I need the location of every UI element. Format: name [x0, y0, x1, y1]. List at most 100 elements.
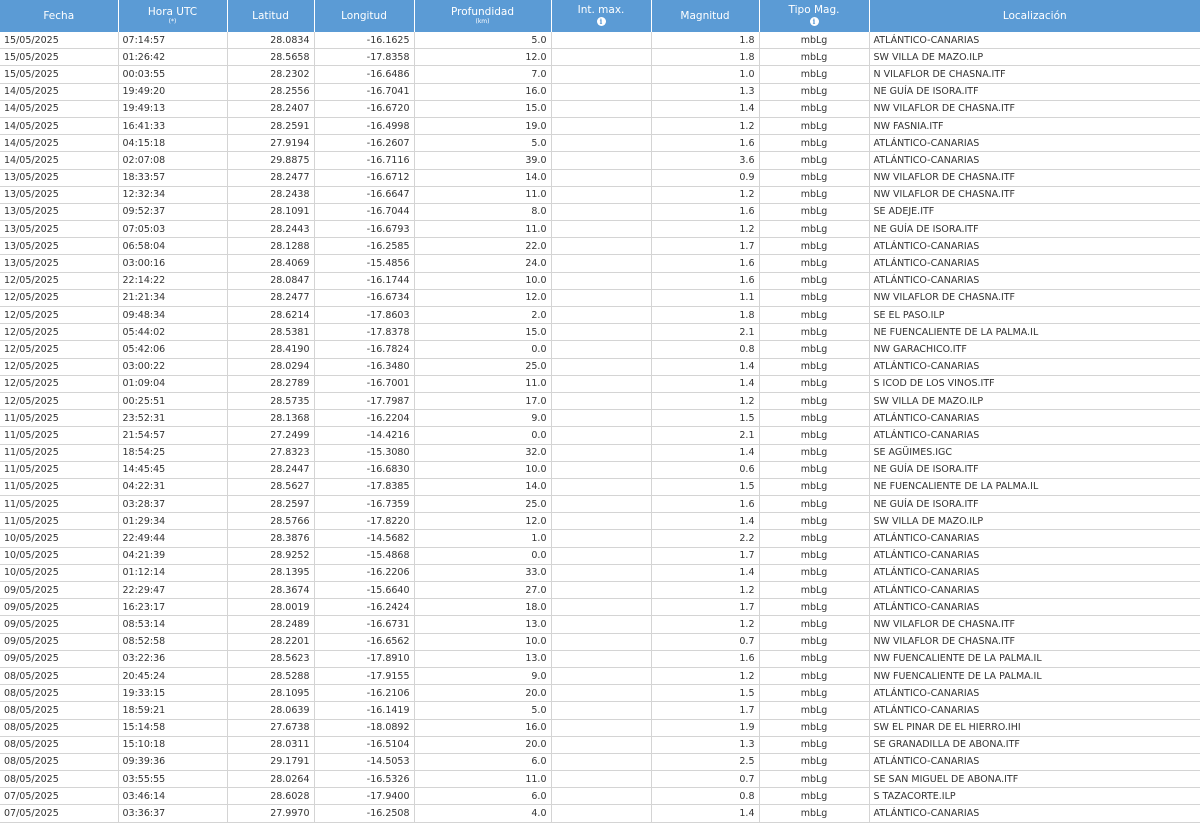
table-row[interactable]: 12/05/2025 01:09:04 28.2789 -16.7001 11.0 1.4…: [0, 375, 1200, 393]
table-row[interactable]: 10/05/2025 01:12:14 28.1395 -16.2206 33.0 1.4…: [0, 564, 1200, 583]
header-latitud[interactable]: Latitud: [227, 0, 315, 32]
table-row[interactable]: 12/05/2025 22:14:22 28.0847 -16.1744 10.0 1.6…: [0, 272, 1200, 290]
cell-localizacion: NW GARACHICO.ITF: [869, 340, 1200, 359]
cell-fecha: 08/05/2025: [0, 719, 119, 737]
cell-magnitud: 1.2: [651, 667, 760, 686]
table-row[interactable]: 15/05/2025 01:26:42 28.5658 -17.8358 12.0 1.8…: [0, 48, 1200, 67]
table-row[interactable]: 13/05/2025 03:00:16 28.4069 -15.4856 24.0 1.6…: [0, 254, 1200, 273]
header-int-max[interactable]: Int. max. i: [551, 0, 652, 32]
table-row[interactable]: 08/05/2025 15:10:18 28.0311 -16.5104 20.0 1.3…: [0, 736, 1200, 754]
cell-longitud: -16.6486: [314, 65, 415, 84]
cell-int-max: [551, 598, 652, 617]
cell-hora-utc: 08:53:14: [118, 615, 228, 634]
header-tipo-mag[interactable]: Tipo Mag. i: [759, 0, 870, 32]
cell-int-max: [551, 753, 652, 772]
table-row[interactable]: 09/05/2025 16:23:17 28.0019 -16.2424 18.0 1.7…: [0, 598, 1200, 617]
table-row[interactable]: 09/05/2025 22:29:47 28.3674 -15.6640 27.0 1.2…: [0, 581, 1200, 600]
cell-latitud: 28.6028: [227, 787, 315, 806]
info-icon[interactable]: i: [596, 17, 606, 26]
table-row[interactable]: 14/05/2025 02:07:08 29.8875 -16.7116 39.0 3.6…: [0, 151, 1200, 170]
table-row[interactable]: 09/05/2025 03:22:36 28.5623 -17.8910 13.0 1.6…: [0, 650, 1200, 668]
cell-fecha: 08/05/2025: [0, 684, 119, 703]
cell-latitud: 28.2489: [227, 615, 315, 634]
table-row[interactable]: 12/05/2025 03:00:22 28.0294 -16.3480 25.0 1.4…: [0, 358, 1200, 376]
table-row[interactable]: 10/05/2025 04:21:39 28.9252 -15.4868 0.0 1.7 m…: [0, 547, 1200, 565]
header-hora-utc[interactable]: Hora UTC (*): [118, 0, 228, 32]
table-row[interactable]: 15/05/2025 07:14:57 28.0834 -16.1625 5.0 1.8 m…: [0, 32, 1200, 50]
cell-longitud: -16.7359: [314, 495, 415, 514]
table-row[interactable]: 12/05/2025 00:25:51 28.5735 -17.7987 17.0 1.2…: [0, 392, 1200, 411]
cell-longitud: -16.7116: [314, 151, 415, 170]
table-row[interactable]: 14/05/2025 19:49:13 28.2407 -16.6720 15.0 1.4…: [0, 100, 1200, 118]
cell-localizacion: NW VILAFLOR DE CHASNA.ITF: [869, 633, 1200, 651]
table-row[interactable]: 12/05/2025 05:42:06 28.4190 -16.7824 0.0 0.8 m…: [0, 340, 1200, 359]
cell-magnitud: 1.7: [651, 547, 760, 565]
header-int-max-label: Int. max.: [577, 4, 625, 16]
table-row[interactable]: 11/05/2025 04:22:31 28.5627 -17.8385 14.0 1.5…: [0, 478, 1200, 497]
table-row[interactable]: 11/05/2025 21:54:57 27.2499 -14.4216 0.0 2.1 m…: [0, 426, 1200, 445]
cell-tipo-mag: mbLg: [759, 598, 870, 617]
cell-longitud: -16.4998: [314, 117, 415, 136]
table-row[interactable]: 13/05/2025 12:32:34 28.2438 -16.6647 11.0 1.2…: [0, 186, 1200, 204]
table-row[interactable]: 15/05/2025 00:03:55 28.2302 -16.6486 7.0 1.0 m…: [0, 65, 1200, 84]
table-row[interactable]: 08/05/2025 09:39:36 29.1791 -14.5053 6.0 2.5 m…: [0, 753, 1200, 772]
table-row[interactable]: 09/05/2025 08:52:58 28.2201 -16.6562 10.0 0.7…: [0, 633, 1200, 651]
cell-int-max: [551, 719, 652, 737]
table-row[interactable]: 11/05/2025 03:28:37 28.2597 -16.7359 25.0 1.6…: [0, 495, 1200, 514]
table-row[interactable]: 08/05/2025 15:14:58 27.6738 -18.0892 16.0 1.9…: [0, 719, 1200, 737]
cell-longitud: -17.9400: [314, 787, 415, 806]
table-row[interactable]: 08/05/2025 19:33:15 28.1095 -16.2106 20.0 1.5…: [0, 684, 1200, 703]
table-row[interactable]: 11/05/2025 14:45:45 28.2447 -16.6830 10.0 0.6…: [0, 461, 1200, 479]
cell-longitud: -17.8603: [314, 306, 415, 325]
table-row[interactable]: 07/05/2025 03:46:14 28.6028 -17.9400 6.0 0.8 m…: [0, 787, 1200, 806]
cell-magnitud: 2.1: [651, 323, 760, 342]
cell-fecha: 12/05/2025: [0, 289, 119, 308]
header-longitud[interactable]: Longitud: [314, 0, 415, 32]
cell-profundidad: 0.0: [414, 547, 552, 565]
table-row[interactable]: 14/05/2025 04:15:18 27.9194 -16.2607 5.0 1.6 m…: [0, 134, 1200, 153]
cell-int-max: [551, 32, 652, 50]
table-row[interactable]: 11/05/2025 01:29:34 28.5766 -17.8220 12.0 1.4…: [0, 512, 1200, 531]
header-magnitud[interactable]: Magnitud: [651, 0, 760, 32]
header-fecha[interactable]: Fecha: [0, 0, 119, 32]
table-row[interactable]: 12/05/2025 05:44:02 28.5381 -17.8378 15.0 2.1…: [0, 323, 1200, 342]
table-row[interactable]: 10/05/2025 22:49:44 28.3876 -14.5682 1.0 2.2 m…: [0, 529, 1200, 548]
table-row[interactable]: 11/05/2025 23:52:31 28.1368 -16.2204 9.0 1.5 m…: [0, 409, 1200, 428]
header-profundidad[interactable]: Profundidad (km): [414, 0, 552, 32]
table-row[interactable]: 08/05/2025 03:55:55 28.0264 -16.5326 11.0 0.7…: [0, 770, 1200, 789]
table-row[interactable]: 14/05/2025 16:41:33 28.2591 -16.4998 19.0 1.2…: [0, 117, 1200, 136]
cell-tipo-mag: mbLg: [759, 547, 870, 565]
table-row[interactable]: 14/05/2025 19:49:20 28.2556 -16.7041 16.0 1.3…: [0, 83, 1200, 101]
cell-longitud: -16.1744: [314, 272, 415, 290]
table-row[interactable]: 08/05/2025 20:45:24 28.5288 -17.9155 9.0 1.2 m…: [0, 667, 1200, 686]
table-row[interactable]: 13/05/2025 07:05:03 28.2443 -16.6793 11.0 1.2…: [0, 220, 1200, 239]
cell-localizacion: ATLÁNTICO-CANARIAS: [869, 598, 1200, 617]
table-row[interactable]: 07/05/2025 03:36:37 27.9970 -16.2508 4.0 1.4 m…: [0, 804, 1200, 823]
header-localizacion[interactable]: Localización: [869, 0, 1200, 32]
cell-localizacion: S TAZACORTE.ILP: [869, 787, 1200, 806]
cell-hora-utc: 01:09:04: [118, 375, 228, 393]
header-fecha-label: Fecha: [43, 9, 75, 22]
table-row[interactable]: 09/05/2025 08:53:14 28.2489 -16.6731 13.0 1.2…: [0, 615, 1200, 634]
table-row[interactable]: 08/05/2025 18:59:21 28.0639 -16.1419 5.0 1.7 m…: [0, 701, 1200, 720]
cell-localizacion: SE SAN MIGUEL DE ABONA.ITF: [869, 770, 1200, 789]
cell-latitud: 28.0311: [227, 736, 315, 754]
cell-hora-utc: 07:14:57: [118, 32, 228, 50]
cell-localizacion: SW VILLA DE MAZO.ILP: [869, 512, 1200, 531]
header-hora-note: (*): [168, 18, 177, 25]
cell-magnitud: 1.2: [651, 392, 760, 411]
table-row[interactable]: 11/05/2025 18:54:25 27.8323 -15.3080 32.0 1.4…: [0, 444, 1200, 462]
table-row[interactable]: 12/05/2025 21:21:34 28.2477 -16.6734 12.0 1.1…: [0, 289, 1200, 308]
info-icon[interactable]: i: [809, 17, 819, 26]
cell-int-max: [551, 169, 652, 187]
cell-localizacion: ATLÁNTICO-CANARIAS: [869, 426, 1200, 445]
cell-localizacion: ATLÁNTICO-CANARIAS: [869, 804, 1200, 823]
cell-tipo-mag: mbLg: [759, 426, 870, 445]
table-row[interactable]: 13/05/2025 09:52:37 28.1091 -16.7044 8.0 1.6 m…: [0, 203, 1200, 222]
cell-profundidad: 11.0: [414, 375, 552, 393]
cell-hora-utc: 01:12:14: [118, 564, 228, 583]
cell-latitud: 28.5381: [227, 323, 315, 342]
table-row[interactable]: 13/05/2025 18:33:57 28.2477 -16.6712 14.0 0.9…: [0, 169, 1200, 187]
table-row[interactable]: 13/05/2025 06:58:04 28.1288 -16.2585 22.0 1.7…: [0, 237, 1200, 256]
table-row[interactable]: 12/05/2025 09:48:34 28.6214 -17.8603 2.0 1.8 m…: [0, 306, 1200, 325]
